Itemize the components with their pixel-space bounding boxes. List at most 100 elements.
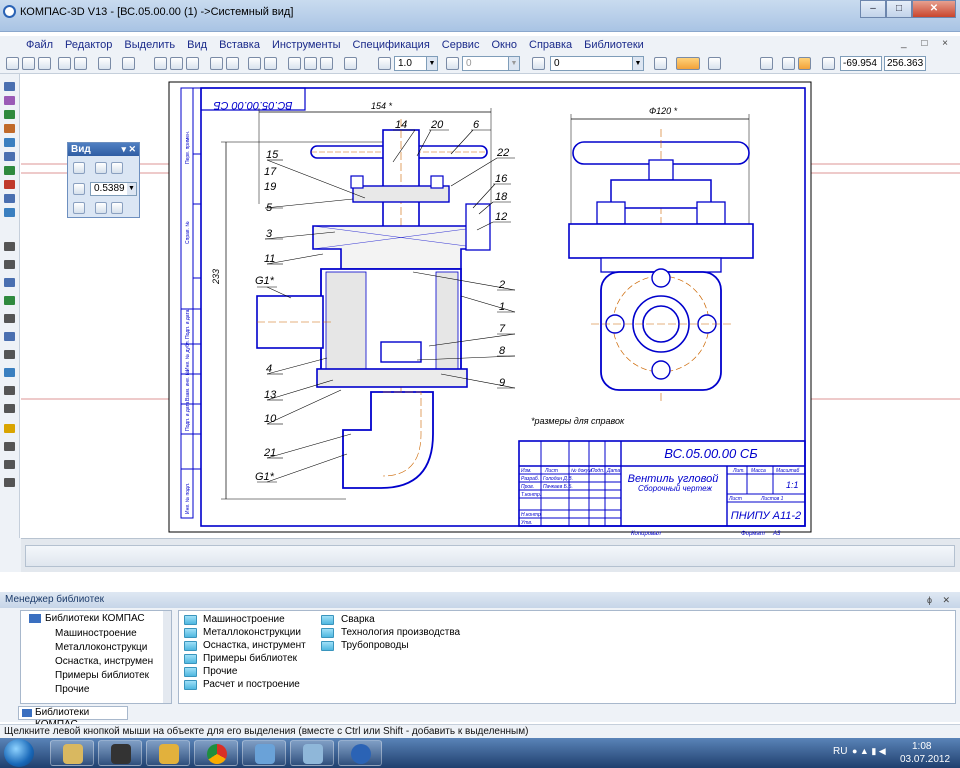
designations-icon[interactable]: [4, 110, 15, 119]
start-button[interactable]: [4, 739, 34, 767]
geometry-icon[interactable]: [4, 82, 15, 91]
bracket-icon[interactable]: [4, 478, 15, 487]
layers-icon[interactable]: [532, 57, 545, 70]
redo-icon[interactable]: [264, 57, 277, 70]
print-icon[interactable]: [58, 57, 71, 70]
parametrization-icon[interactable]: [4, 138, 15, 147]
taskbar-app[interactable]: [242, 740, 286, 766]
folder-item[interactable]: Расчет и построение: [203, 679, 300, 690]
brush-icon[interactable]: [210, 57, 223, 70]
view-arrow-icon[interactable]: [4, 386, 15, 395]
zoom-scale-icon[interactable]: [73, 183, 85, 195]
angle-combo[interactable]: 0 ▼: [462, 56, 520, 71]
maximize-button[interactable]: □: [886, 0, 912, 18]
cut-line-icon[interactable]: [4, 368, 15, 377]
zoom-combo[interactable]: 0.5389 ▼: [90, 182, 137, 196]
clock-time[interactable]: 1:08: [912, 741, 931, 752]
zoom-in-icon[interactable]: [73, 162, 85, 174]
help-pointer-icon[interactable]: [344, 57, 357, 70]
layer-combo[interactable]: 0 ▼: [550, 56, 644, 71]
leader-icon[interactable]: [4, 314, 15, 323]
snap-toggle-icon[interactable]: [676, 57, 700, 70]
variables-icon[interactable]: [320, 57, 333, 70]
drawing-canvas[interactable]: Перв. примен. Справ. № Подп. и дата Инв.…: [21, 74, 960, 538]
properties-icon[interactable]: [98, 57, 111, 70]
properties-panel[interactable]: [25, 545, 955, 567]
taskbar-explorer[interactable]: [50, 740, 94, 766]
open-icon[interactable]: [22, 57, 35, 70]
refresh-icon[interactable]: [111, 202, 123, 214]
folder-item[interactable]: Металлоконструкции: [203, 627, 301, 638]
menu-select[interactable]: Выделить: [118, 39, 181, 51]
show-all-icon[interactable]: [95, 202, 107, 214]
edit-icon[interactable]: [4, 124, 15, 133]
close-button[interactable]: ✕: [912, 0, 956, 18]
tray-icons[interactable]: ● ▲ ▮ ◀: [852, 746, 886, 757]
library-tree[interactable]: Библиотеки КОМПАС Машиностроение Металло…: [20, 610, 172, 704]
snap-grid-icon[interactable]: [798, 57, 811, 70]
taskbar-app[interactable]: [290, 740, 334, 766]
tree-item[interactable]: Прочие: [55, 684, 89, 695]
attributes-icon[interactable]: [226, 57, 239, 70]
view-panel-header[interactable]: Вид ▾ ✕: [68, 143, 139, 156]
new-document-icon[interactable]: [6, 57, 19, 70]
menu-window[interactable]: Окно: [485, 39, 523, 51]
menu-editor[interactable]: Редактор: [59, 39, 118, 51]
menu-service[interactable]: Сервис: [436, 39, 486, 51]
library-icon[interactable]: [304, 57, 317, 70]
coord-x-field[interactable]: -69.954: [840, 56, 882, 71]
cut-icon[interactable]: [154, 57, 167, 70]
folder-item[interactable]: Прочие: [203, 666, 237, 677]
pan-icon[interactable]: [73, 202, 85, 214]
folder-item[interactable]: Оснастка, инструмент: [203, 640, 306, 651]
folder-item[interactable]: Трубопроводы: [341, 640, 409, 651]
roughness-icon[interactable]: [4, 278, 15, 287]
tree-item[interactable]: Оснастка, инструмен: [55, 656, 153, 667]
wave-icon[interactable]: [4, 460, 15, 469]
base-icon[interactable]: [4, 296, 15, 305]
manager-icon[interactable]: [288, 57, 301, 70]
folder-item[interactable]: Сварка: [341, 614, 375, 625]
coords-icon[interactable]: [822, 57, 835, 70]
menu-view[interactable]: Вид: [181, 39, 213, 51]
tree-item[interactable]: Машиностроение: [55, 628, 137, 639]
tree-item[interactable]: Металлоконструкци: [55, 642, 147, 653]
chevron-down-icon[interactable]: ▼: [632, 57, 643, 70]
axis-icon[interactable]: [4, 404, 15, 413]
save-icon[interactable]: [38, 57, 51, 70]
dimensions-icon[interactable]: [4, 96, 15, 105]
menu-libraries[interactable]: Библиотеки: [578, 39, 650, 51]
menu-tools[interactable]: Инструменты: [266, 39, 347, 51]
spec-icon[interactable]: [4, 180, 15, 189]
taskbar-app[interactable]: [146, 740, 190, 766]
orthogonal-icon[interactable]: [760, 57, 773, 70]
select-icon[interactable]: [4, 166, 15, 175]
menu-specification[interactable]: Спецификация: [347, 39, 436, 51]
minimize-button[interactable]: –: [860, 0, 886, 18]
copy-icon[interactable]: [170, 57, 183, 70]
taskbar-chrome[interactable]: [194, 740, 238, 766]
chevron-down-icon[interactable]: ▼: [127, 183, 136, 195]
kompas-app-icon[interactable]: [3, 5, 16, 18]
measure-icon[interactable]: [4, 152, 15, 161]
folder-item[interactable]: Технология производства: [341, 627, 460, 638]
step-cursor-icon[interactable]: [378, 57, 391, 70]
mdi-window-controls[interactable]: _ □ ×: [901, 38, 954, 49]
library-folder-list[interactable]: Машиностроение Металлоконструкции Оснаст…: [178, 610, 956, 704]
folder-item[interactable]: Машиностроение: [203, 614, 285, 625]
position-icon[interactable]: [4, 332, 15, 341]
taskbar-app[interactable]: [98, 740, 142, 766]
language-indicator[interactable]: RU: [833, 746, 847, 757]
undo-icon[interactable]: [248, 57, 261, 70]
tree-root[interactable]: Библиотеки КОМПАС: [29, 613, 145, 624]
zoom-window-icon[interactable]: [95, 162, 107, 174]
tree-scrollbar[interactable]: [163, 611, 171, 703]
reports-icon[interactable]: [4, 194, 15, 203]
taskbar-kompas[interactable]: [338, 740, 382, 766]
angle-step-icon[interactable]: [446, 57, 459, 70]
menu-insert[interactable]: Вставка: [213, 39, 266, 51]
round-icon[interactable]: [782, 57, 795, 70]
coord-y-field[interactable]: 256.363: [884, 56, 926, 71]
library-pin-close-icon[interactable]: ɸ ✕: [927, 592, 954, 608]
library-tab[interactable]: Библиотеки КОМПАС: [18, 706, 128, 730]
